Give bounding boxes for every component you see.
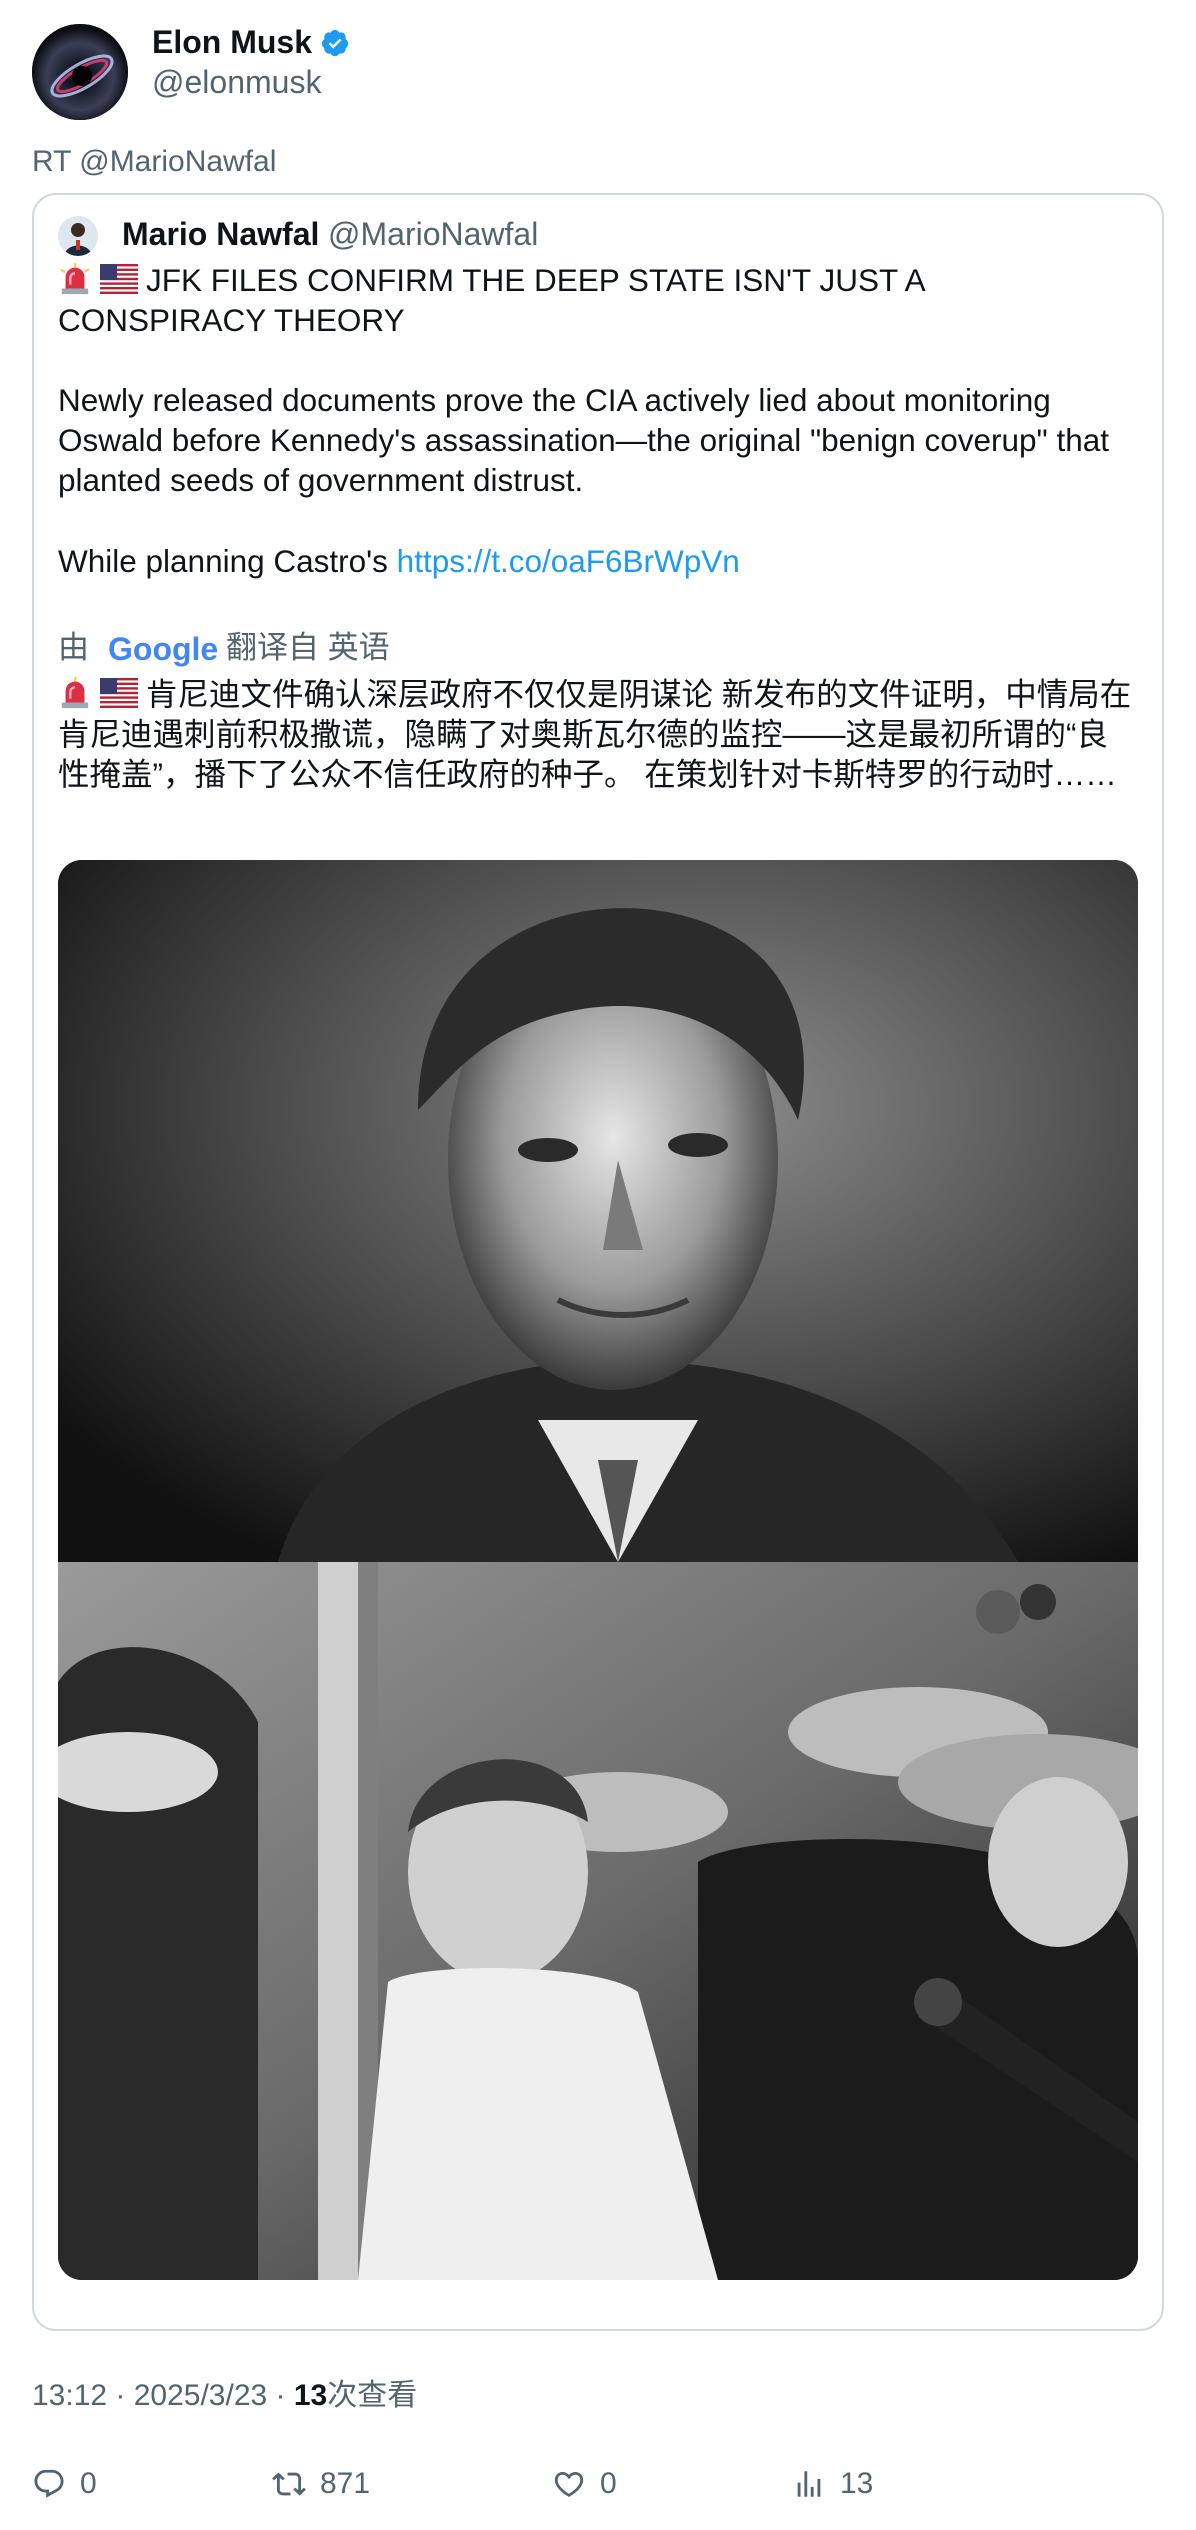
retweet-label: RT @MarioNawfal (32, 145, 277, 178)
author-handle[interactable]: @elonmusk (152, 62, 321, 102)
retweet-count: 871 (320, 2467, 371, 2500)
tweet-timestamp[interactable]: 13:12 · 2025/3/23 · (32, 2379, 294, 2412)
translated-from-label[interactable]: 翻译自 英语 (226, 626, 390, 670)
headline-text: JFK FILES CONFIRM THE DEEP STATE ISN'T J… (58, 262, 924, 338)
heart-icon (554, 2471, 584, 2497)
quoted-author-handle[interactable]: @MarioNawfal (328, 212, 538, 256)
retweet-button[interactable]: 871 (272, 2462, 370, 2506)
translation-text: 肯尼迪文件确认深层政府不仅仅是阴谋论 新发布的文件证明，中情局在肯尼迪遇刺前积极… (58, 676, 1132, 792)
reply-icon (34, 2469, 64, 2498)
analytics-icon (797, 2471, 821, 2497)
retweet-icon (272, 2472, 306, 2496)
quoted-tail: While planning Castro's https://t.co/oaF… (58, 541, 1138, 581)
black-hole-avatar-icon (32, 24, 128, 120)
siren-emoji-icon (61, 676, 89, 709)
tail-text: While planning Castro's (58, 543, 397, 579)
tweet-meta: 13:12 · 2025/3/23 · 13次查看 (32, 2374, 417, 2418)
quoted-translation: 肯尼迪文件确认深层政府不仅仅是阴谋论 新发布的文件证明，中情局在肯尼迪遇刺前积极… (58, 674, 1138, 794)
views-action-count: 13 (840, 2467, 874, 2500)
author-avatar[interactable] (32, 24, 128, 120)
tweet-actions: 0 871 0 13 (32, 2462, 1164, 2506)
author-name[interactable]: Elon Musk (152, 22, 312, 62)
like-button[interactable]: 0 (552, 2462, 617, 2506)
views-button[interactable]: 13 (792, 2462, 873, 2506)
us-flag-emoji-icon (100, 678, 138, 708)
like-count: 0 (600, 2467, 617, 2500)
person-avatar-icon (58, 216, 98, 256)
tweet-link[interactable]: https://t.co/oaF6BrWpVn (397, 543, 740, 579)
views-label: 次查看 (327, 2379, 418, 2412)
quoted-headline: JFK FILES CONFIRM THE DEEP STATE ISN'T J… (58, 260, 1138, 340)
tweet-media[interactable] (58, 860, 1138, 2280)
quoted-body: Newly released documents prove the CIA a… (58, 382, 1110, 498)
quoted-author-avatar[interactable] (58, 216, 98, 256)
reply-button[interactable]: 0 (32, 2462, 97, 2506)
portrait-photo[interactable] (58, 860, 1138, 1562)
arrest-photo[interactable] (58, 1562, 1138, 2280)
reply-count: 0 (80, 2467, 97, 2500)
views-count: 13 (293, 2379, 328, 2412)
translate-by-label: 由 (58, 630, 89, 665)
us-flag-emoji-icon (100, 264, 138, 294)
google-logo-text: Google (108, 631, 219, 667)
siren-emoji-icon (60, 262, 90, 295)
quoted-author-name[interactable]: Mario Nawfal (122, 212, 319, 256)
verified-badge-icon (320, 28, 350, 58)
google-logo: Google (108, 628, 218, 670)
